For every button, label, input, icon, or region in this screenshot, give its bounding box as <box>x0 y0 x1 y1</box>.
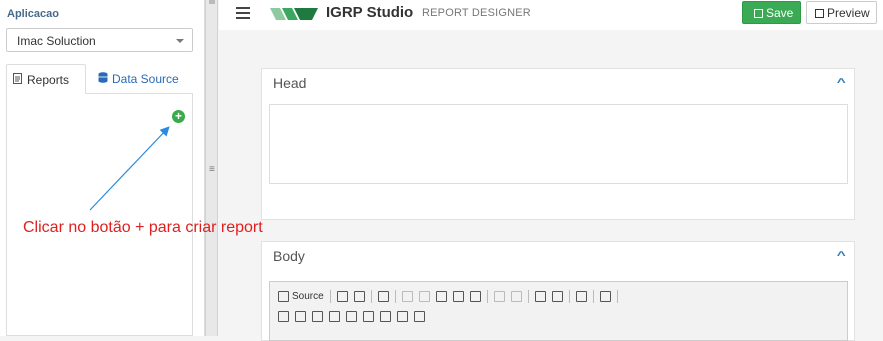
replace-icon[interactable] <box>551 290 563 302</box>
body-panel: Body ^ Source <box>261 241 855 341</box>
preview-icon <box>815 9 824 18</box>
preview-doc-icon[interactable] <box>336 290 348 302</box>
rich-text-editor[interactable]: Source <box>269 281 848 341</box>
paste-text-icon[interactable] <box>452 290 464 302</box>
add-report-button[interactable]: + <box>172 110 185 123</box>
annotation-text: Clicar no botão + para criar report <box>23 219 263 236</box>
chevron-up-icon[interactable]: ^ <box>836 250 845 262</box>
brand-title: IGRP Studio <box>326 4 414 21</box>
tab-data-source-label: Data Source <box>112 72 179 86</box>
template-icon[interactable] <box>377 290 389 302</box>
chevron-up-icon[interactable]: ^ <box>836 77 845 89</box>
editor-toolbar-row-1: Source <box>278 288 618 304</box>
select-all-icon[interactable] <box>575 290 587 302</box>
button-icon[interactable] <box>380 310 391 322</box>
toolbar-separator <box>568 289 570 303</box>
paste-icon[interactable] <box>435 290 447 302</box>
igrp-logo <box>270 8 318 20</box>
tab-reports-label: Reports <box>27 73 70 87</box>
source-icon <box>278 290 289 302</box>
toolbar-separator <box>616 289 618 303</box>
database-icon <box>98 72 108 83</box>
toolbar-separator <box>527 289 529 303</box>
checkbox-icon[interactable] <box>295 310 306 322</box>
sidebar-splitter[interactable]: ≡ <box>205 0 218 336</box>
textarea-icon[interactable] <box>346 310 357 322</box>
chevron-down-icon <box>176 39 184 43</box>
app-select[interactable]: Imac Soluction <box>6 28 193 52</box>
source-button[interactable]: Source <box>278 290 324 302</box>
save-button[interactable]: Save <box>742 1 801 24</box>
spellcheck-icon[interactable] <box>599 290 611 302</box>
preview-button[interactable]: Preview <box>806 1 877 24</box>
top-bar: IGRP Studio REPORT DESIGNER Save Preview <box>219 0 883 30</box>
toolbar-separator <box>592 289 594 303</box>
select-field-icon[interactable] <box>363 310 374 322</box>
app-label: Aplicacao <box>7 8 59 20</box>
toolbar-separator <box>394 289 396 303</box>
text-field-icon[interactable] <box>329 310 340 322</box>
head-panel-title: Head <box>273 75 307 91</box>
head-panel: Head ^ <box>261 68 855 220</box>
head-panel-header[interactable]: Head ^ <box>262 69 854 99</box>
source-label: Source <box>292 290 324 302</box>
tab-reports[interactable]: Reports <box>6 64 86 94</box>
tab-data-source[interactable]: Data Source <box>92 64 185 94</box>
cut-icon[interactable] <box>401 290 413 302</box>
undo-icon[interactable] <box>493 290 505 302</box>
head-content-area[interactable] <box>269 104 848 184</box>
paste-word-icon[interactable] <box>469 290 481 302</box>
body-panel-header[interactable]: Body ^ <box>262 242 854 272</box>
toolbar-separator <box>486 289 488 303</box>
find-icon[interactable] <box>534 290 546 302</box>
file-icon <box>13 73 22 84</box>
app-select-value: Imac Soluction <box>17 34 96 48</box>
hidden-field-icon[interactable] <box>414 310 425 322</box>
toolbar-separator <box>370 289 372 303</box>
grip-icon: ≡ <box>209 164 215 175</box>
brand-subtitle: REPORT DESIGNER <box>422 7 531 19</box>
redo-icon[interactable] <box>510 290 522 302</box>
form-icon[interactable] <box>278 310 289 322</box>
menu-icon[interactable] <box>236 7 250 22</box>
plus-circle-icon: + <box>174 109 182 123</box>
left-sidebar: Aplicacao Imac Soluction Reports Data So… <box>0 0 205 336</box>
radio-icon[interactable] <box>312 310 323 322</box>
reports-pane <box>6 94 193 336</box>
save-label: Save <box>766 6 794 20</box>
image-button-icon[interactable] <box>397 310 408 322</box>
body-panel-title: Body <box>273 248 305 264</box>
splitter-top-handle[interactable] <box>209 0 215 4</box>
sidebar-tabs: Reports Data Source <box>6 64 193 94</box>
preview-label: Preview <box>827 6 870 20</box>
print-icon[interactable] <box>353 290 365 302</box>
toolbar-separator <box>329 289 331 303</box>
copy-icon[interactable] <box>418 290 430 302</box>
editor-toolbar-row-2 <box>278 308 425 324</box>
save-icon <box>754 9 763 18</box>
